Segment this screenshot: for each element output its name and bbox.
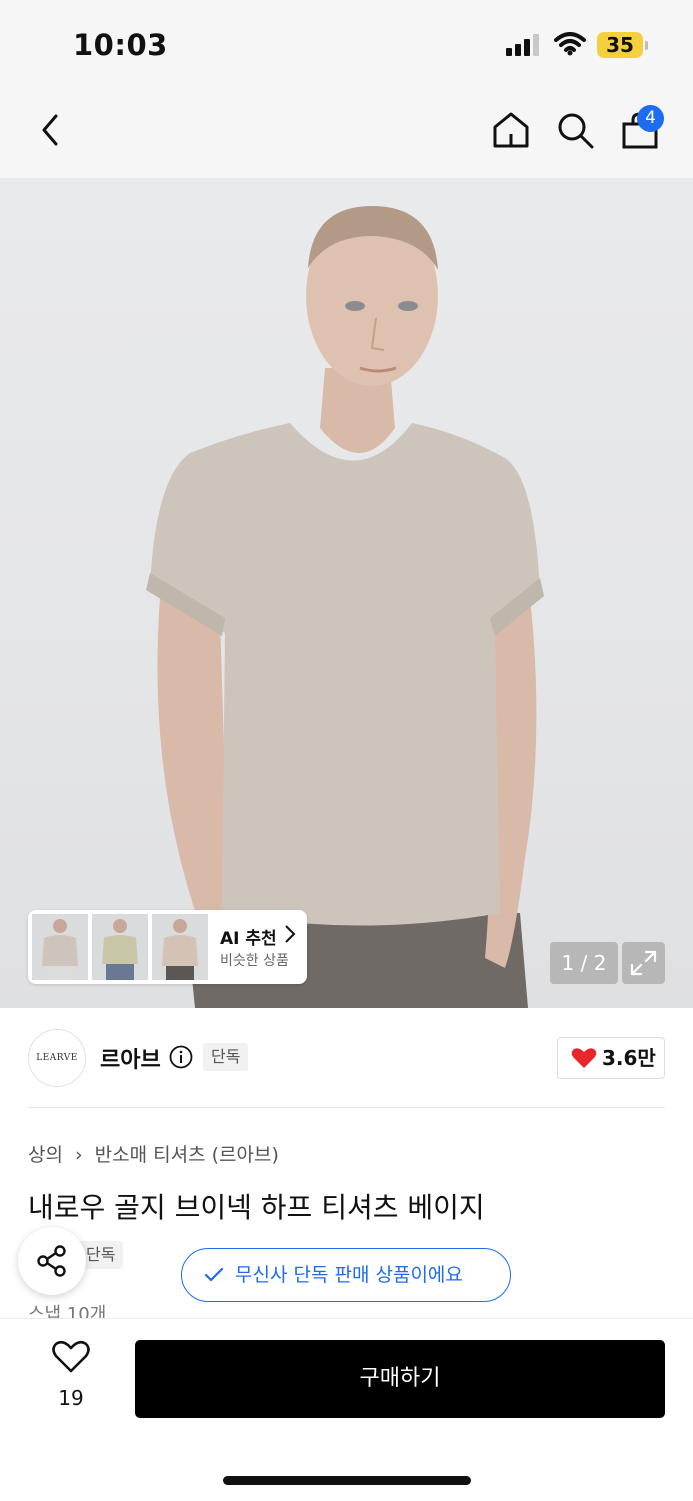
product-title: 내로우 골지 브이넥 하프 티셔츠 베이지 <box>28 1191 485 1224</box>
expand-button[interactable] <box>622 942 665 984</box>
wifi-icon <box>554 32 586 56</box>
search-icon[interactable] <box>556 111 596 151</box>
breadcrumb: 상의 › 반소매 티셔츠 (르아브) <box>28 1140 279 1167</box>
chevron-right-icon <box>285 925 296 943</box>
ai-recommend-title: AI 추천 <box>220 929 277 949</box>
exclusive-notice: 무신사 단독 판매 상품이에요 <box>181 1248 511 1302</box>
share-icon <box>37 1245 66 1277</box>
brand-name[interactable]: 르아브 <box>100 1042 161 1074</box>
battery-tip <box>645 41 648 50</box>
info-icon[interactable] <box>169 1045 193 1069</box>
image-pager: 1 / 2 <box>550 942 618 984</box>
cart-count-badge: 4 <box>637 105 664 132</box>
exclusive-notice-text: 무신사 단독 판매 상품이에요 <box>235 1264 463 1286</box>
breadcrumb-category[interactable]: 상의 <box>28 1144 63 1166</box>
signal-icon <box>506 34 539 56</box>
status-bar: 10:03 35 <box>0 0 693 88</box>
check-icon <box>204 1267 224 1282</box>
brand-logo[interactable]: LEARVE <box>28 1029 86 1087</box>
model-photo <box>146 206 544 1008</box>
heart-outline-icon <box>52 1340 90 1373</box>
brand-exclusive-tag: 단독 <box>203 1043 249 1071</box>
share-button[interactable] <box>18 1227 86 1295</box>
brand-like-button[interactable]: 3.6만 <box>557 1037 665 1079</box>
home-icon[interactable] <box>491 110 531 150</box>
status-time: 10:03 <box>73 28 168 62</box>
expand-icon <box>630 950 657 976</box>
favorite-button[interactable] <box>50 1340 92 1378</box>
back-icon[interactable] <box>36 112 66 148</box>
heart-icon <box>571 1048 597 1068</box>
home-indicator <box>223 1476 471 1485</box>
breadcrumb-separator: › <box>75 1144 83 1166</box>
battery-indicator: 35 <box>597 32 643 58</box>
buy-button[interactable]: 구매하기 <box>135 1340 665 1418</box>
ai-thumb-1[interactable] <box>32 914 88 980</box>
divider <box>28 1107 665 1108</box>
favorite-count: 19 <box>58 1386 84 1410</box>
ai-thumb-2[interactable] <box>92 914 148 980</box>
ai-recommend-card[interactable]: AI 추천 비슷한 상품 <box>28 910 307 984</box>
product-image[interactable] <box>0 178 693 1008</box>
brand-like-count: 3.6만 <box>602 1046 656 1070</box>
ai-thumb-3[interactable] <box>152 914 208 980</box>
ai-recommend-subtitle: 비슷한 상품 <box>220 953 289 969</box>
breadcrumb-subcategory[interactable]: 반소매 티셔츠 (르아브) <box>95 1144 279 1166</box>
